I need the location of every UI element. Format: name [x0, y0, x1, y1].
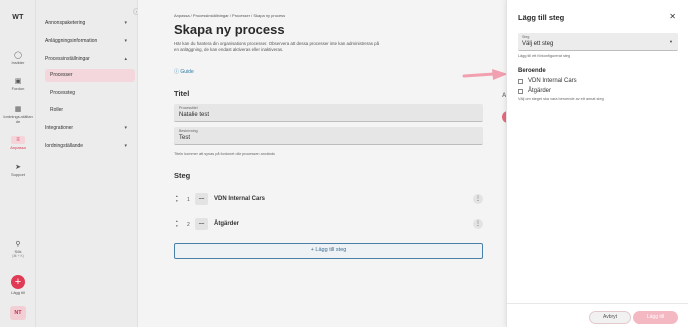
step-select-hint: Lägg till ett förkonfigurerat steg [518, 54, 571, 58]
chevron-up-icon: ▴ [124, 56, 127, 62]
wrench-icon: ▦ [14, 106, 22, 113]
drag-handle-icon[interactable]: –– [195, 218, 208, 230]
rail-item-label: Insikter [11, 60, 25, 65]
support-icon: ➤ [15, 164, 21, 171]
sidebar-item-label: Processinställningar [45, 56, 90, 62]
rail-item-sok[interactable]: ⚲ Sök (⌘ + K) [0, 241, 36, 259]
caret-down-icon: ▼ [669, 39, 673, 44]
rail-item-fordon[interactable]: ▣ Fordon [0, 78, 36, 92]
add-label: Lägg till [11, 290, 25, 295]
step-select[interactable]: Steg Välj ett steg ▼ [518, 33, 678, 51]
search-shortcut: (⌘ + K) [12, 253, 24, 258]
chevron-down-icon: ▾ [124, 143, 127, 149]
info-icon: ⓘ [174, 69, 180, 75]
close-icon[interactable]: ✕ [669, 12, 676, 21]
sidebar-subitem-processteg[interactable]: Processteg [45, 87, 135, 100]
step-select-value: Välj ett steg [522, 41, 554, 47]
add-step-button[interactable]: + Lägg till steg [174, 243, 483, 259]
sidebar-item-anlaggningsinformation[interactable]: Anläggningsinformation ▾ [45, 35, 133, 47]
checkbox-label: VDN Internal Cars [528, 78, 577, 84]
sidebar-item-iordningstallande[interactable]: Iordningställande ▾ [45, 140, 133, 152]
process-title-value: Natalie test [179, 112, 210, 118]
chevron-down-icon: ▾ [124, 20, 127, 26]
main-content: Anpassa / Processinställningar / Process… [138, 0, 506, 327]
guide-link[interactable]: ⓘ Guide [174, 68, 194, 75]
sidebar-item-integrationer[interactable]: Integrationer ▾ [45, 122, 133, 134]
chevron-down-icon: ▾ [124, 125, 127, 131]
sidebar-subitem-roller[interactable]: Roller [45, 104, 135, 117]
sidebar: Annonspaketering ▾ Anläggningsinformatio… [36, 0, 138, 327]
drawer-title: Lägg till steg [518, 13, 565, 22]
more-options-icon[interactable]: ⋮ [473, 219, 483, 229]
step-row: ▴ ▾ 1 –– VDN Internal Cars ⋮ [174, 193, 483, 207]
field-hint: Titeln kommer att synas på fordonet där … [174, 152, 275, 156]
rail-item-anpassa[interactable]: ≡ Anpassa [0, 136, 36, 151]
chevron-down-icon: ▾ [124, 38, 127, 44]
page-description: Här kan du hantera din organisations pro… [174, 41, 380, 53]
process-title-field[interactable]: Processtitel Natalie test [174, 104, 483, 122]
sidebar-item-label: Anläggningsinformation [45, 38, 98, 44]
step-select-label: Steg [522, 35, 530, 39]
step-name: Åtgärder [214, 221, 240, 227]
chevron-left-icon: ‹ [135, 9, 138, 14]
search-icon: ⚲ [15, 241, 21, 248]
add-step-drawer: Lägg till steg ✕ Steg Välj ett steg ▼ Lä… [506, 0, 688, 327]
sidebar-item-label: Annonspaketering [45, 20, 86, 26]
icon-rail: WT ◯ Insikter ▣ Fordon ▦ Iordnings-ställ… [0, 0, 36, 327]
checkbox-label: Åtgärder [528, 88, 552, 94]
dependent-hint: Välj om steget ska vara beroende av ett … [518, 97, 604, 101]
rail-item-label: Iordnings-ställande [3, 114, 33, 124]
sidebar-item-label: Iordningställande [45, 143, 84, 149]
cancel-button[interactable]: Avbryt [589, 311, 631, 324]
add-button[interactable]: Lägg till [633, 311, 678, 324]
description-field[interactable]: Beskrivning Test [174, 127, 483, 145]
steps-section-heading: Steg [174, 171, 191, 180]
add-button[interactable]: + [11, 275, 25, 289]
app-logo[interactable]: WT [0, 14, 36, 21]
process-title-label: Processtitel [179, 106, 198, 110]
page-title: Skapa ny process [174, 22, 285, 37]
reorder-arrows-icon[interactable]: ▴ ▾ [176, 219, 178, 229]
settings-sliders-icon: ≡ [11, 136, 25, 144]
step-row: ▴ ▾ 2 –– Åtgärder ⋮ [174, 218, 483, 232]
rail-item-support[interactable]: ➤ Support [0, 164, 36, 178]
step-number: 2 [187, 222, 190, 228]
drawer-footer: Avbryt Lägg till [507, 303, 688, 327]
lightbulb-icon: ◯ [14, 52, 22, 59]
description-value: Test [179, 135, 191, 141]
rail-item-label: Fordon [11, 86, 25, 91]
rail-item-insikter[interactable]: ◯ Insikter [0, 52, 36, 66]
rail-item-label: Support [10, 172, 25, 177]
step-name: VDN Internal Cars [214, 196, 266, 202]
sidebar-item-label: Integrationer [45, 125, 74, 131]
avatar[interactable]: NT [10, 306, 26, 320]
car-icon: ▣ [14, 78, 22, 85]
checkbox[interactable] [518, 89, 523, 94]
pointer-arrow-icon [462, 69, 508, 80]
rail-item-iordningstallande[interactable]: ▦ Iordnings-ställande [0, 106, 36, 124]
reorder-arrows-icon[interactable]: ▴ ▾ [176, 194, 178, 204]
sidebar-subitem-processer[interactable]: Processer [45, 69, 135, 82]
rail-item-label: Anpassa [10, 145, 26, 150]
checkbox[interactable] [518, 79, 523, 84]
more-options-icon[interactable]: ⋮ [473, 194, 483, 204]
breadcrumb: Anpassa / Processinställningar / Process… [174, 13, 286, 18]
sidebar-item-annonspaketering[interactable]: Annonspaketering ▾ [45, 17, 133, 29]
description-label: Beskrivning [179, 129, 198, 133]
guide-label: Guide [180, 69, 194, 75]
dependent-heading: Beroende [518, 68, 546, 74]
sidebar-item-processinstallningar[interactable]: Processinställningar ▴ [45, 53, 133, 65]
title-section-heading: Titel [174, 89, 190, 98]
drag-handle-icon[interactable]: –– [195, 193, 208, 205]
step-number: 1 [187, 197, 190, 203]
